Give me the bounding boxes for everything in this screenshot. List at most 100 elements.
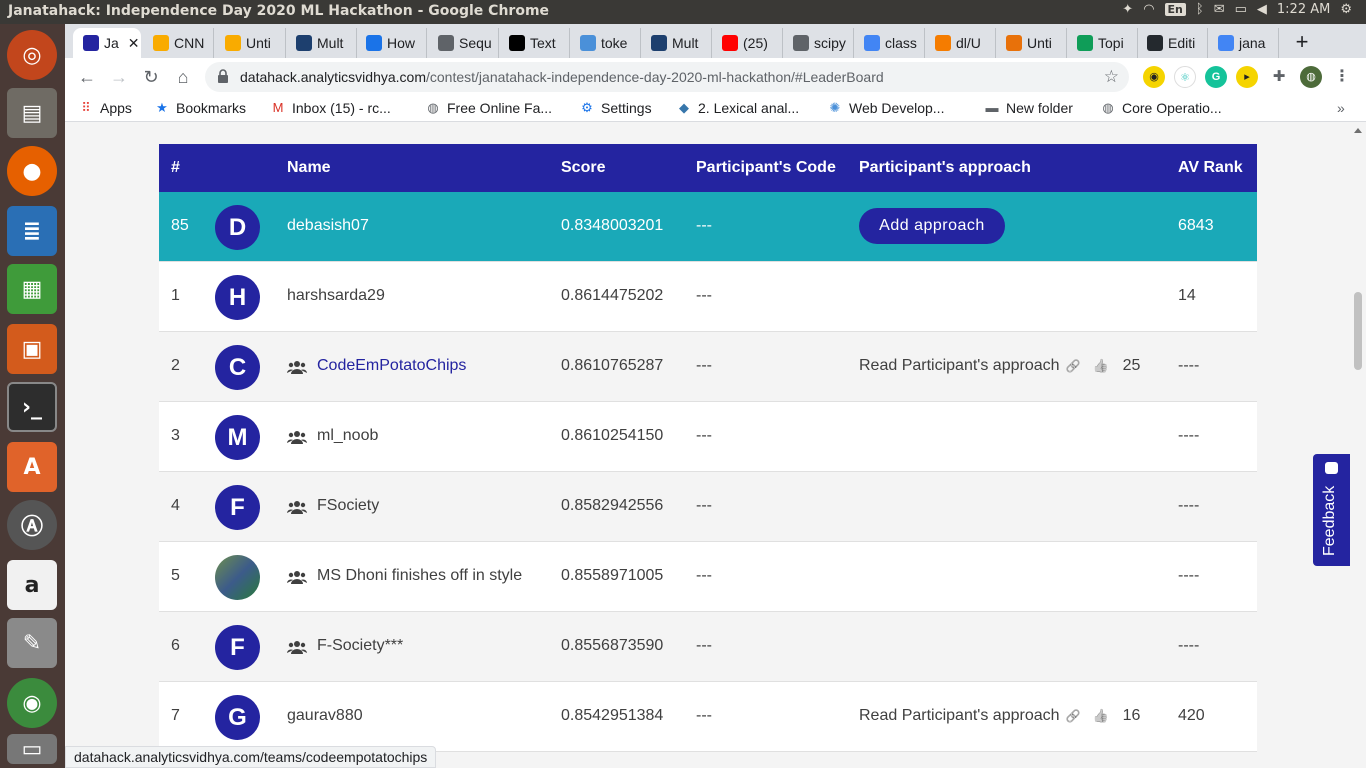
table-row: 1 Hharshsarda29 0.8614475202 --- 14 bbox=[159, 262, 1257, 332]
tab-favicon-icon bbox=[580, 35, 596, 51]
chrome-icon[interactable]: ◉ bbox=[7, 678, 57, 728]
bookmark-star-icon[interactable]: ☆ bbox=[1104, 67, 1119, 87]
web-icon: ✺ bbox=[829, 100, 841, 115]
home-button[interactable]: ⌂ bbox=[171, 65, 195, 89]
browser-tab[interactable]: jana bbox=[1208, 28, 1279, 58]
url-path: /contest/janatahack-independence-day-202… bbox=[426, 69, 884, 85]
software-center-icon[interactable]: A bbox=[7, 442, 57, 492]
avatar: G bbox=[215, 695, 260, 740]
bookmarks-bar: ⠿ Apps ★ Bookmarks M Inbox (15) - rc... ◍ Free … bbox=[65, 96, 1366, 122]
browser-tab[interactable]: Editi bbox=[1137, 28, 1208, 58]
browser-tab[interactable]: Mult bbox=[641, 28, 712, 58]
bookmarks-overflow-icon[interactable]: » bbox=[1337, 100, 1345, 116]
terminal-icon[interactable]: ›_ bbox=[7, 382, 57, 432]
browser-tab[interactable]: Ja ✕ bbox=[73, 28, 141, 58]
bookmark-item[interactable]: M Inbox (15) - rc... bbox=[271, 100, 391, 116]
browser-tab[interactable]: dl/U bbox=[925, 28, 996, 58]
browser-tab[interactable]: Mult bbox=[286, 28, 357, 58]
browser-tab[interactable]: How bbox=[356, 28, 427, 58]
add-approach-button[interactable]: Add approach bbox=[859, 208, 1005, 244]
tab-close-icon[interactable]: ✕ bbox=[128, 35, 140, 52]
bookmark-item[interactable]: ◆ 2. Lexical anal... bbox=[677, 100, 799, 116]
battery-icon[interactable]: ▭ bbox=[1235, 2, 1247, 17]
tab-label: scipy bbox=[814, 35, 846, 51]
bookmark-item[interactable]: ⚙ Settings bbox=[580, 100, 651, 116]
settings-icon[interactable]: ✎ bbox=[7, 618, 57, 668]
browser-tab[interactable]: toke bbox=[570, 28, 641, 58]
writer-icon[interactable]: ≣ bbox=[7, 206, 57, 256]
scroll-up-arrow-icon[interactable] bbox=[1354, 128, 1362, 133]
amazon-icon[interactable]: a bbox=[7, 560, 57, 610]
bookmark-item[interactable]: ✺ Web Develop... bbox=[828, 100, 945, 116]
name-cell[interactable]: CodeEmPotatoChips bbox=[317, 357, 466, 375]
dropbox-icon[interactable]: ✦ bbox=[1122, 2, 1133, 17]
scrollbar-thumb[interactable] bbox=[1354, 292, 1362, 370]
volume-icon[interactable]: ◀ bbox=[1257, 2, 1267, 17]
browser-tab[interactable]: Unti bbox=[996, 28, 1067, 58]
gmail-icon: M bbox=[272, 100, 284, 115]
browser-tab[interactable]: scipy bbox=[783, 28, 854, 58]
address-bar[interactable]: datahack.analyticsvidhya.com/contest/jan… bbox=[205, 62, 1129, 92]
tab-label: How bbox=[387, 35, 416, 51]
link-icon: 🔗 bbox=[1065, 359, 1081, 373]
tab-label: Ja bbox=[104, 35, 119, 51]
bookmark-item[interactable]: ⠿ Apps bbox=[79, 100, 132, 116]
wifi-icon[interactable]: ◠ bbox=[1143, 2, 1154, 17]
bookmark-item[interactable]: ★ Bookmarks bbox=[155, 100, 246, 116]
browser-tab[interactable]: Text bbox=[499, 28, 570, 58]
bookmark-item[interactable]: ▬ New folder bbox=[985, 100, 1073, 116]
read-approach-link[interactable]: Read Participant's approach bbox=[859, 357, 1060, 375]
tab-label: class bbox=[885, 35, 917, 51]
bookmark-item[interactable]: ◍ Free Online Fa... bbox=[426, 100, 552, 116]
files-icon[interactable]: ▤ bbox=[7, 88, 57, 138]
code-cell: --- bbox=[696, 427, 712, 444]
page-scrollbar[interactable] bbox=[1350, 122, 1366, 768]
name-cell[interactable]: gaurav880 bbox=[287, 707, 363, 725]
thumbs-up-icon[interactable]: 👍 bbox=[1092, 358, 1108, 374]
browser-tab[interactable]: Unti bbox=[215, 28, 286, 58]
av-rank-cell: ---- bbox=[1178, 567, 1200, 584]
profile-avatar[interactable]: ◍ bbox=[1300, 66, 1322, 88]
calc-icon[interactable]: ▦ bbox=[7, 264, 57, 314]
back-button[interactable]: ← bbox=[75, 65, 99, 89]
extensions-puzzle-icon[interactable]: ✚ bbox=[1268, 66, 1290, 88]
trash-icon[interactable]: ▭ bbox=[7, 734, 57, 764]
updater-icon[interactable]: Ⓐ bbox=[7, 500, 57, 550]
feedback-button[interactable]: Feedback bbox=[1313, 454, 1350, 566]
browser-tab[interactable]: CNN bbox=[143, 28, 214, 58]
ubuntu-icon[interactable]: ◎ bbox=[7, 30, 57, 80]
tab-favicon-icon bbox=[509, 35, 525, 51]
bookmark-item[interactable]: ◍ Core Operatio... bbox=[1101, 100, 1221, 116]
tab-favicon-icon bbox=[1006, 35, 1022, 51]
forward-button[interactable]: → bbox=[107, 65, 131, 89]
feedback-label: Feedback bbox=[1321, 485, 1338, 556]
firefox-icon[interactable]: ● bbox=[7, 146, 57, 196]
impress-icon[interactable]: ▣ bbox=[7, 324, 57, 374]
power-gear-icon[interactable]: ⚙ bbox=[1340, 2, 1352, 17]
menu-kebab-icon[interactable]: ⋮ bbox=[1331, 66, 1353, 88]
reload-button[interactable]: ↻ bbox=[139, 65, 163, 89]
grammarly-icon[interactable]: G bbox=[1205, 66, 1227, 88]
read-approach-link[interactable]: Read Participant's approach bbox=[859, 707, 1060, 725]
bookmark-label: Inbox (15) - rc... bbox=[292, 100, 391, 116]
av-rank-cell: ---- bbox=[1178, 497, 1200, 514]
thumbs-up-icon[interactable]: 👍 bbox=[1092, 708, 1108, 724]
browser-tab[interactable]: Sequ bbox=[428, 28, 499, 58]
rank-cell: 1 bbox=[171, 287, 180, 304]
extension-react-icon[interactable]: ⚛ bbox=[1174, 66, 1196, 88]
bluetooth-icon[interactable]: ᛒ bbox=[1196, 2, 1204, 17]
tab-favicon-icon bbox=[793, 35, 809, 51]
globe-icon: ◍ bbox=[1102, 100, 1114, 115]
team-users-icon bbox=[287, 431, 307, 444]
browser-tab[interactable]: (25) bbox=[712, 28, 783, 58]
extension-play-icon[interactable]: ▸ bbox=[1236, 66, 1258, 88]
new-tab-button[interactable]: + bbox=[1289, 30, 1315, 56]
extension-eye-icon[interactable]: ◉ bbox=[1143, 66, 1165, 88]
browser-tab[interactable]: Topi bbox=[1067, 28, 1138, 58]
clock[interactable]: 1:22 AM bbox=[1277, 2, 1330, 17]
table-header: # Name Score Participant's Code Particip… bbox=[159, 144, 1257, 192]
keyboard-language[interactable]: En bbox=[1164, 3, 1186, 16]
browser-tab[interactable]: class bbox=[854, 28, 925, 58]
mail-icon[interactable]: ✉ bbox=[1214, 2, 1225, 17]
tab-favicon-icon bbox=[1147, 35, 1163, 51]
